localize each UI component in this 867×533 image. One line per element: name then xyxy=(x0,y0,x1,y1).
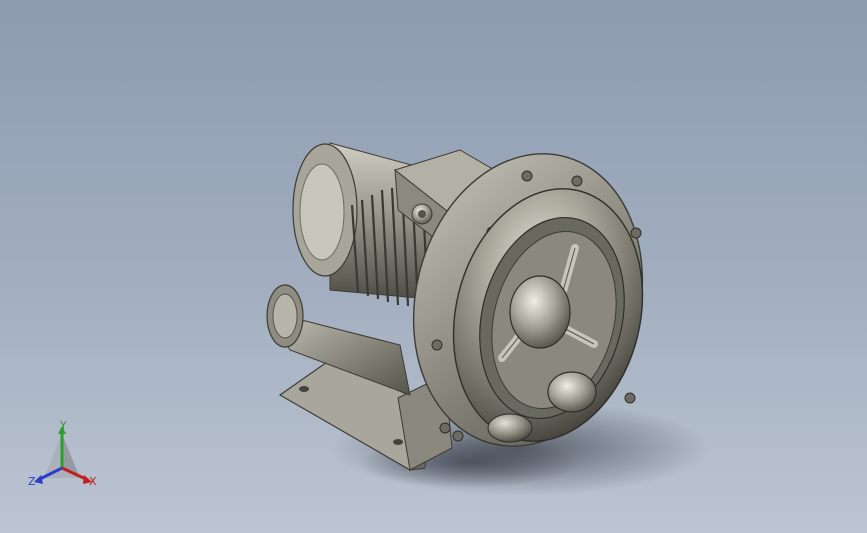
graphics-viewport[interactable]: Y X Z xyxy=(0,0,867,533)
axis-z-label: Z xyxy=(28,475,36,488)
center-hub[interactable] xyxy=(509,275,571,349)
axis-y-label: Y xyxy=(60,419,67,432)
blower-model[interactable] xyxy=(0,0,867,533)
orientation-triad[interactable]: Y X Z xyxy=(22,418,106,494)
axis-x-label: X xyxy=(89,475,97,488)
